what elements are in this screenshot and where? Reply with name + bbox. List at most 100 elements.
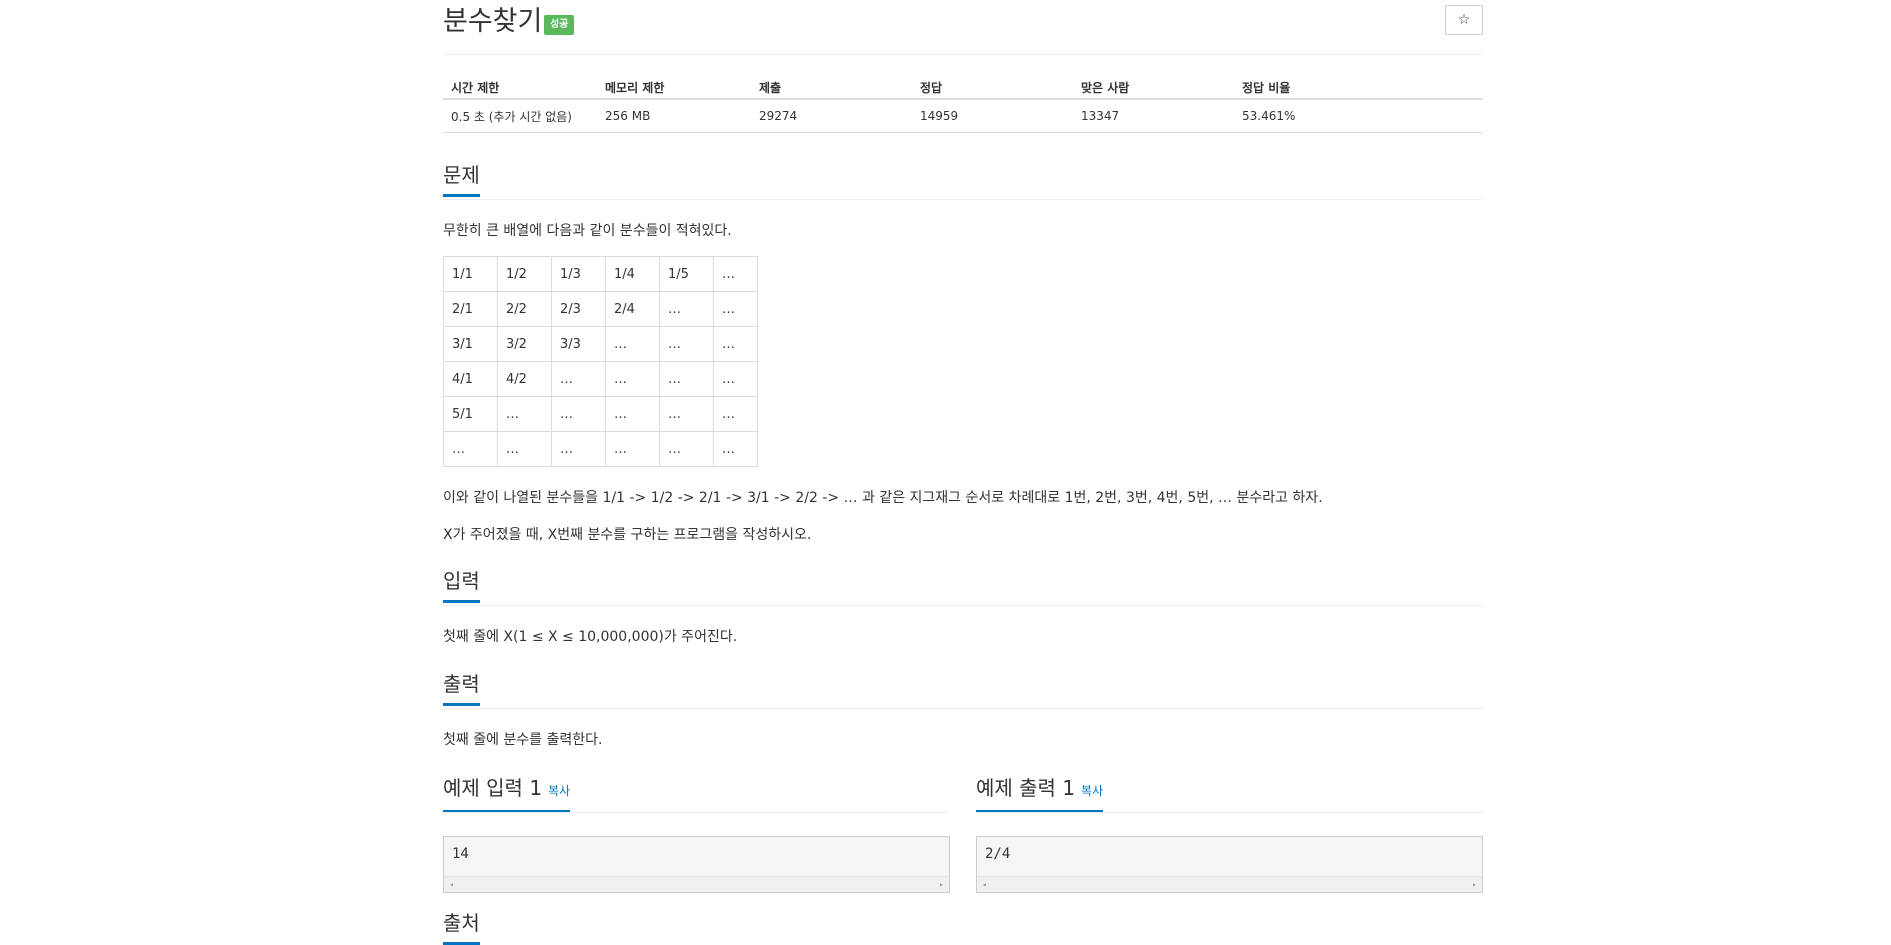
fraction-cell: … <box>497 396 552 432</box>
sample-input-scrollbar[interactable]: ◂ ▸ <box>444 876 949 892</box>
input-section-header: 입력 <box>443 570 1483 606</box>
scroll-left-icon[interactable]: ◂ <box>449 877 454 892</box>
output-section-header: 출력 <box>443 673 1483 709</box>
fraction-cell: … <box>497 431 552 467</box>
sample-input-value: 14 <box>452 846 469 862</box>
fraction-cell: … <box>659 291 714 327</box>
sample-output-title: 예제 출력 1 <box>976 776 1076 800</box>
fraction-cell: … <box>713 396 758 432</box>
fraction-table: 1/1 1/2 1/3 1/4 1/5… 2/1 2/2 2/3 2/4…… 3/1 3/2 3/3…… <box>443 256 758 467</box>
status-badge: 성공 <box>544 15 575 35</box>
section-divider <box>443 199 1483 200</box>
accept-ratio-header: 정답 비율 <box>1234 76 1483 100</box>
sample-input-header: 예제 입력 1 복사 <box>443 777 948 813</box>
fraction-cell: 1/3 <box>551 256 606 292</box>
fraction-row: ……………… <box>443 431 758 467</box>
problem-intro: 무한히 큰 배열에 다음과 같이 분수들이 적혀있다. <box>443 223 732 239</box>
accepted-header: 정답 <box>912 76 1073 100</box>
memory-limit-header: 메모리 제한 <box>597 76 751 100</box>
scroll-left-icon[interactable]: ◂ <box>982 877 987 892</box>
sample-input-box[interactable]: 14 ◂ ▸ <box>443 836 950 893</box>
fraction-cell: … <box>659 326 714 362</box>
sample-output-header: 예제 출력 1 복사 <box>976 777 1483 813</box>
accepted-value: 14959 <box>912 99 1073 133</box>
scroll-right-icon[interactable]: ▸ <box>939 877 944 892</box>
solved-users-value: 13347 <box>1073 99 1234 133</box>
fraction-row: 1/1 1/2 1/3 1/4 1/5… <box>443 256 758 292</box>
fraction-cell: 1/5 <box>659 256 714 292</box>
fraction-cell: … <box>713 256 758 292</box>
fraction-cell: … <box>443 431 498 467</box>
sample-input-title: 예제 입력 1 <box>443 776 543 800</box>
problem-heading: 문제 <box>443 164 480 197</box>
fraction-cell: … <box>551 431 606 467</box>
solved-users-header: 맞은 사람 <box>1073 76 1234 100</box>
info-header-row: 시간 제한 메모리 제한 제출 정답 맞은 사람 정답 비율 <box>443 76 1483 100</box>
input-description: 첫째 줄에 X(1 ≤ X ≤ 10,000,000)가 주어진다. <box>443 629 738 645</box>
section-divider <box>443 812 948 813</box>
copy-sample-input-link[interactable]: 복사 <box>548 784 570 798</box>
scroll-right-icon[interactable]: ▸ <box>1472 877 1477 892</box>
problem-section-header: 문제 <box>443 164 1483 200</box>
fraction-cell: … <box>605 326 660 362</box>
fraction-cell: 4/2 <box>497 361 552 397</box>
fraction-row: 2/1 2/2 2/3 2/4…… <box>443 291 758 327</box>
fraction-cell: 2/3 <box>551 291 606 327</box>
star-button[interactable]: ☆ <box>1445 5 1483 35</box>
source-heading: 출처 <box>443 912 480 945</box>
time-limit-value: 0.5 초 (추가 시간 없음) <box>443 99 597 133</box>
fraction-cell: … <box>659 431 714 467</box>
memory-limit-value: 256 MB <box>597 99 751 133</box>
input-heading: 입력 <box>443 570 480 603</box>
time-limit-header: 시간 제한 <box>443 76 597 100</box>
fraction-cell: 3/3 <box>551 326 606 362</box>
page-title: 분수찾기 <box>443 6 543 37</box>
section-divider <box>443 605 1483 606</box>
fraction-cell: … <box>605 361 660 397</box>
output-heading: 출력 <box>443 673 480 706</box>
fraction-cell: … <box>713 361 758 397</box>
source-section-header: 출처 <box>443 912 1483 945</box>
fraction-cell: 3/1 <box>443 326 498 362</box>
sample-output-box[interactable]: 2/4 ◂ ▸ <box>976 836 1483 893</box>
fraction-cell: … <box>659 361 714 397</box>
fraction-cell: 5/1 <box>443 396 498 432</box>
submissions-value: 29274 <box>751 99 912 133</box>
output-description: 첫째 줄에 분수를 출력한다. <box>443 732 603 748</box>
fraction-row: 5/1…………… <box>443 396 758 432</box>
section-divider <box>976 812 1483 813</box>
sample-output-value: 2/4 <box>985 846 1011 862</box>
accept-ratio-value: 53.461% <box>1234 99 1483 133</box>
sample-output-heading: 예제 출력 1 복사 <box>976 776 1104 813</box>
fraction-cell: 2/2 <box>497 291 552 327</box>
fraction-cell: 2/4 <box>605 291 660 327</box>
fraction-cell: … <box>551 361 606 397</box>
problem-task-text: X가 주어졌을 때, X번째 분수를 구하는 프로그램을 작성하시오. <box>443 527 812 543</box>
fraction-cell: 1/1 <box>443 256 498 292</box>
fraction-cell: … <box>713 291 758 327</box>
fraction-cell: 1/2 <box>497 256 552 292</box>
fraction-cell: … <box>605 431 660 467</box>
fraction-cell: … <box>551 396 606 432</box>
fraction-cell: 4/1 <box>443 361 498 397</box>
fraction-cell: 3/2 <box>497 326 552 362</box>
problem-info-table: 시간 제한 메모리 제한 제출 정답 맞은 사람 정답 비율 0.5 초 (추가… <box>443 76 1483 133</box>
info-value-row: 0.5 초 (추가 시간 없음) 256 MB 29274 14959 1334… <box>443 99 1483 133</box>
sample-output-scrollbar[interactable]: ◂ ▸ <box>977 876 1482 892</box>
copy-sample-output-link[interactable]: 복사 <box>1081 784 1103 798</box>
fraction-cell: … <box>713 431 758 467</box>
sample-input-heading: 예제 입력 1 복사 <box>443 776 571 813</box>
fraction-cell: … <box>659 396 714 432</box>
fraction-cell: … <box>713 326 758 362</box>
fraction-row: 3/1 3/2 3/3……… <box>443 326 758 362</box>
fraction-cell: 1/4 <box>605 256 660 292</box>
fraction-row: 4/1 4/2………… <box>443 361 758 397</box>
problem-order-text: 이와 같이 나열된 분수들을 1/1 -> 1/2 -> 2/1 -> 3/1 … <box>443 490 1323 506</box>
section-divider <box>443 708 1483 709</box>
submissions-header: 제출 <box>751 76 912 100</box>
title-row: 분수찾기 성공 ☆ <box>443 0 1483 55</box>
star-icon: ☆ <box>1457 12 1471 28</box>
fraction-cell: 2/1 <box>443 291 498 327</box>
problem-container: 분수찾기 성공 ☆ 시간 제한 메모리 제한 제출 정답 맞은 사람 정답 비율… <box>443 0 1483 945</box>
fraction-cell: … <box>605 396 660 432</box>
